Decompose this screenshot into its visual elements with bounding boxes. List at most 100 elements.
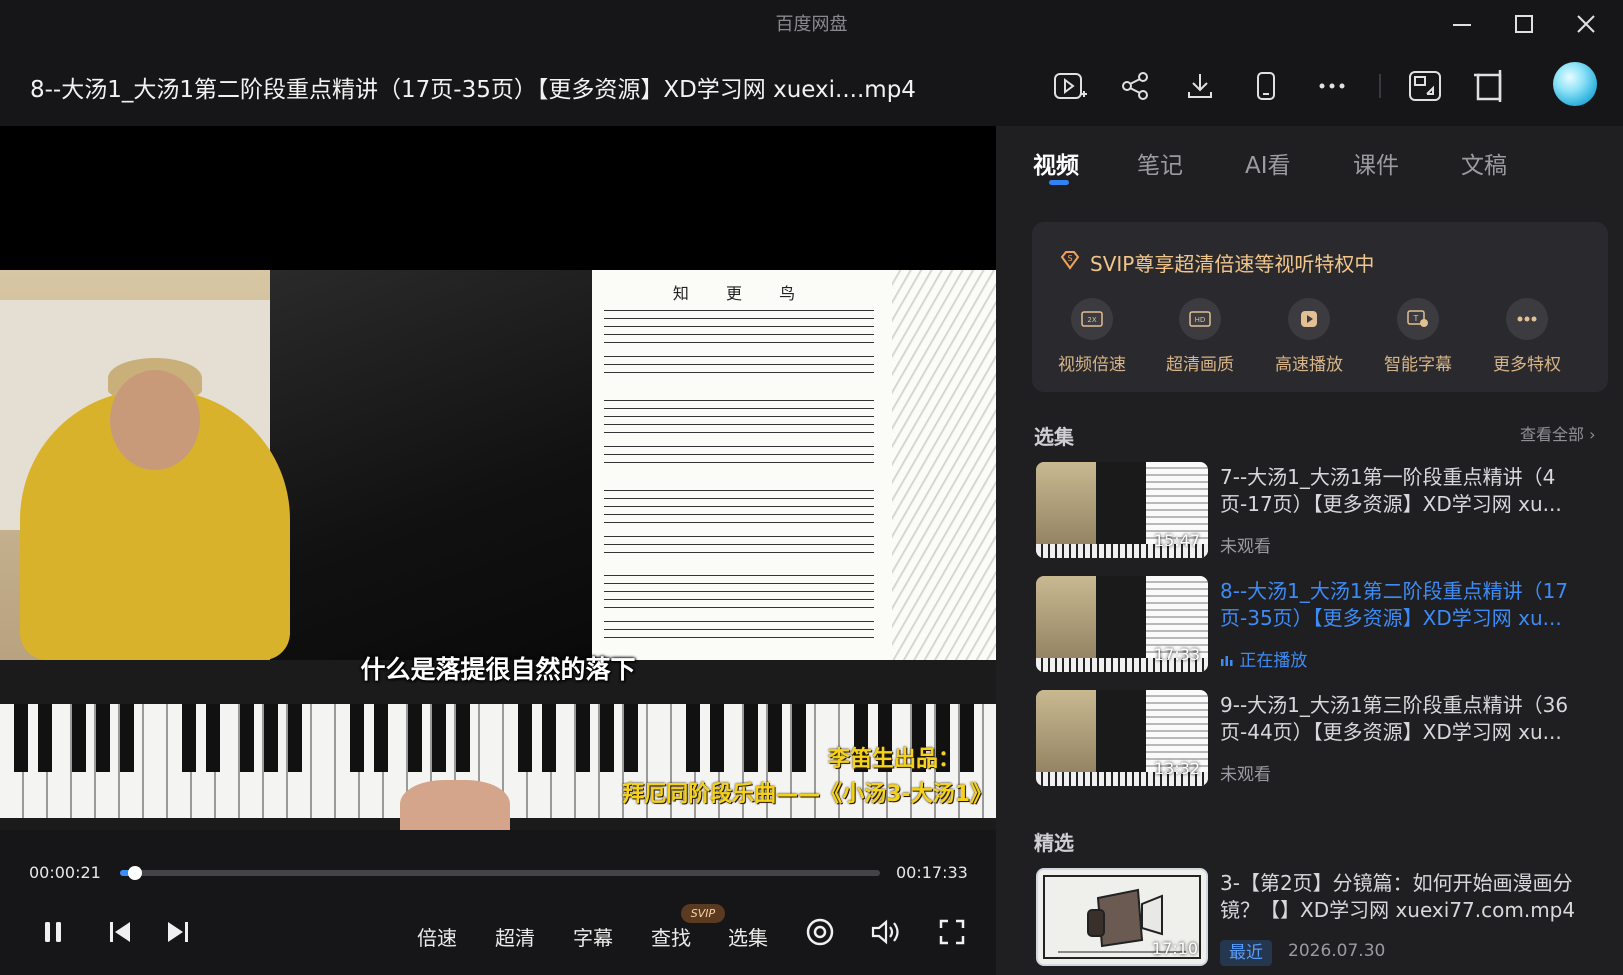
- close-icon: [1577, 15, 1595, 33]
- episode-duration: 13:32: [1153, 759, 1200, 778]
- pick-thumbnail: 17:10: [1036, 868, 1208, 966]
- smart-subtitle-icon: T: [1397, 298, 1439, 340]
- settings-icon: [806, 918, 834, 946]
- svip-card-title: SVIP尊享超清倍速等视听特权中: [1090, 252, 1375, 276]
- settings-button[interactable]: [800, 912, 840, 952]
- svip-privilege-card[interactable]: S SVIP尊享超清倍速等视听特权中 2X 视频倍速 HD 超清画质 高速播放 …: [1032, 222, 1608, 392]
- svip-diamond-icon: S: [1060, 251, 1080, 270]
- episode-item[interactable]: 15:47 7--大汤1_大汤1第一阶段重点精讲（4页-17页）【更多资源】XD…: [1036, 462, 1606, 560]
- chevron-right-icon: ›: [1589, 425, 1596, 444]
- app-name: 百度网盘: [775, 14, 848, 35]
- pause-button[interactable]: [33, 912, 73, 952]
- download-icon: [1188, 74, 1212, 98]
- next-button[interactable]: [158, 912, 198, 952]
- feature-more[interactable]: 更多特权: [1477, 298, 1577, 375]
- episode-status: 未观看: [1220, 537, 1271, 557]
- episode-duration: 17:33: [1153, 645, 1200, 664]
- feature-label: 视频倍速: [1058, 355, 1126, 375]
- title-bar: 百度网盘: [0, 0, 1623, 48]
- pin-window-button[interactable]: [1468, 64, 1512, 108]
- mini-player-icon: [1409, 71, 1441, 101]
- fullscreen-button[interactable]: [932, 912, 972, 952]
- tab-transcript[interactable]: 文稿: [1461, 146, 1507, 180]
- total-time: 00:17:33: [896, 863, 968, 882]
- previous-icon: [110, 922, 130, 942]
- feature-video-speed[interactable]: 2X 视频倍速: [1042, 298, 1142, 375]
- pick-title: 3-【第2页】分镜篇：如何开始画漫画分镜？【】XD学习网 xuexi77.com…: [1220, 871, 1576, 922]
- share-icon: [1122, 72, 1148, 100]
- pick-item[interactable]: 17:10 3-【第2页】分镜篇：如何开始画漫画分镜？【】XD学习网 xuexi…: [1036, 868, 1606, 968]
- volume-icon: [871, 919, 899, 945]
- find-button[interactable]: 查找: [651, 922, 691, 951]
- video-credit-line2: 拜厄同阶段乐曲——《小汤3-大汤1》: [622, 782, 992, 807]
- playing-bars-icon: [1221, 656, 1233, 666]
- quality-button[interactable]: 超清: [495, 922, 535, 951]
- video-subtitle: 什么是落提很自然的落下: [360, 655, 636, 684]
- fullscreen-icon: [939, 919, 965, 945]
- speed-button[interactable]: 倍速: [417, 922, 457, 951]
- pick-date: 2026.07.30: [1288, 941, 1386, 961]
- maximize-icon: [1515, 15, 1533, 33]
- progress-thumb[interactable]: [128, 866, 143, 880]
- tab-courseware[interactable]: 课件: [1353, 146, 1399, 180]
- feature-hd-quality[interactable]: HD 超清画质: [1150, 298, 1250, 375]
- view-all-link[interactable]: 查看全部 ›: [1520, 421, 1596, 445]
- video-add-icon: [1054, 73, 1087, 99]
- episode-title: 8--大汤1_大汤1第二阶段重点精讲（17页-35页）【更多资源】XD学习网 x…: [1220, 579, 1569, 630]
- feature-label: 智能字幕: [1384, 355, 1452, 375]
- progress-bar[interactable]: [120, 866, 880, 880]
- active-tab-indicator: [1049, 180, 1069, 185]
- episode-thumbnail: 13:32: [1036, 690, 1208, 786]
- file-title: 8--大汤1_大汤1第二阶段重点精讲（17页-35页）【更多资源】XD学习网 x…: [30, 77, 916, 103]
- pick-duration: 17:10: [1151, 939, 1198, 958]
- user-avatar[interactable]: [1553, 62, 1597, 106]
- toolbar-divider: [1379, 74, 1381, 98]
- feature-fast-play[interactable]: 高速播放: [1259, 298, 1359, 375]
- view-all-label: 查看全部: [1520, 425, 1585, 444]
- video-viewport[interactable]: 知 更 鸟 什么是落提很自然的落下 李笛生出品： 拜厄同阶段乐曲——《小汤3-大…: [0, 126, 996, 830]
- episode-item-current[interactable]: 17:33 8--大汤1_大汤1第二阶段重点精讲（17页-35页）【更多资源】X…: [1036, 576, 1606, 674]
- episodes-section-title: 选集: [1034, 425, 1074, 449]
- pause-icon: [45, 922, 61, 942]
- svg-text:T: T: [1413, 314, 1419, 323]
- svg-text:HD: HD: [1195, 316, 1206, 324]
- previous-button[interactable]: [100, 912, 140, 952]
- minimize-button[interactable]: [1440, 6, 1484, 42]
- episodes-button[interactable]: 选集: [728, 922, 768, 951]
- picks-section-title: 精选: [1034, 831, 1074, 855]
- fast-play-icon: [1288, 298, 1330, 340]
- volume-button[interactable]: [866, 912, 906, 952]
- video-credit-line1: 李笛生出品：: [827, 747, 960, 772]
- episode-item[interactable]: 13:32 9--大汤1_大汤1第三阶段重点精讲（36页-44页）【更多资源】X…: [1036, 690, 1606, 788]
- picture-in-picture-button[interactable]: [1048, 64, 1092, 108]
- more-button[interactable]: [1310, 64, 1354, 108]
- feature-label: 超清画质: [1166, 355, 1234, 375]
- episode-thumbnail: 17:33: [1036, 576, 1208, 672]
- recent-tag: 最近: [1220, 940, 1272, 966]
- current-time: 00:00:21: [29, 863, 101, 882]
- episode-thumbnail: 15:47: [1036, 462, 1208, 558]
- mini-player-button[interactable]: [1403, 64, 1447, 108]
- more-icon: [1506, 298, 1548, 340]
- next-icon: [168, 922, 188, 942]
- feature-label: 更多特权: [1493, 355, 1561, 375]
- share-button[interactable]: [1113, 64, 1157, 108]
- subtitle-button[interactable]: 字幕: [573, 922, 613, 951]
- episode-duration: 15:47: [1153, 531, 1200, 550]
- tab-video[interactable]: 视频: [1033, 146, 1079, 180]
- pin-window-icon: [1474, 70, 1502, 102]
- episode-title: 9--大汤1_大汤1第三阶段重点精讲（36页-44页）【更多资源】XD学习网 x…: [1220, 693, 1569, 744]
- phone-icon: [1257, 72, 1275, 100]
- episode-status: 正在播放: [1220, 646, 1307, 671]
- tab-notes[interactable]: 笔记: [1137, 146, 1183, 180]
- tab-ai-watch[interactable]: AI看: [1245, 146, 1291, 180]
- maximize-button[interactable]: [1502, 6, 1546, 42]
- minimize-icon: [1453, 24, 1471, 26]
- player-header: 8--大汤1_大汤1第二阶段重点精讲（17页-35页）【更多资源】XD学习网 x…: [0, 48, 1623, 126]
- send-to-phone-button[interactable]: [1244, 64, 1288, 108]
- svg-text:2X: 2X: [1087, 316, 1096, 324]
- playing-label: 正在播放: [1239, 651, 1308, 671]
- feature-smart-subtitle[interactable]: T 智能字幕: [1368, 298, 1468, 375]
- close-button[interactable]: [1564, 6, 1608, 42]
- download-button[interactable]: [1178, 64, 1222, 108]
